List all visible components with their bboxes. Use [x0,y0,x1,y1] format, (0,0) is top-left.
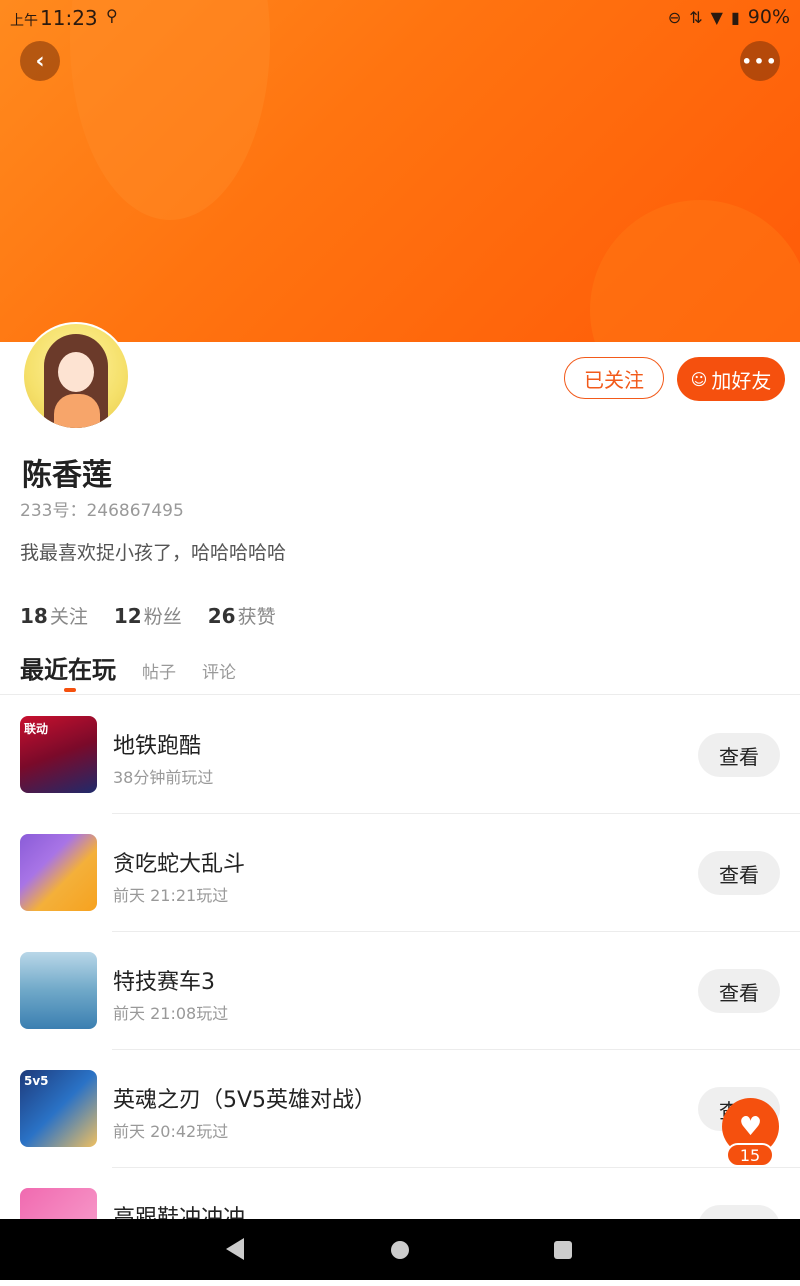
status-time: 上午 11:23 [10,6,98,30]
followed-button[interactable]: 已关注 [564,357,664,399]
divider [0,694,800,695]
profile-bio: 我最喜欢捉小孩了，哈哈哈哈哈 [20,542,287,564]
dnd-icon: ⊖ [667,7,682,27]
heart-icon: ♥ [738,1111,763,1142]
location-icon: ⚲ [106,6,118,25]
more-icon: ••• [741,51,779,71]
view-button[interactable]: 查看 [698,851,780,895]
game-title: 特技赛车3 [113,970,215,995]
chevron-left-icon: ‹ [35,48,45,74]
profile-name: 陈香莲 [22,458,112,493]
status-icons: ⊖ ⇅ ▼ ▮ 90% [668,6,790,28]
tab-label: 最近在玩 [20,656,116,684]
stat-likes[interactable]: 26 获赞 [208,602,276,629]
add-friend-button[interactable]: ☺ 加好友 [677,357,785,401]
status-bar: 上午 11:23 ⚲ ⊖ ⇅ ▼ ▮ 90% [0,0,800,34]
tab-indicator [64,688,76,692]
nav-back-icon[interactable] [226,1238,244,1260]
game-last-played: 前天 21:21玩过 [113,886,229,905]
list-item[interactable]: 特技赛车3 前天 21:08玩过 查看 [0,932,800,1050]
nav-recents-icon[interactable] [554,1241,572,1259]
like-count: 15 [726,1143,774,1167]
view-button[interactable]: 查看 [698,733,780,777]
more-button[interactable]: ••• [740,41,780,81]
game-title: 地铁跑酷 [113,734,202,759]
game-icon [20,834,97,911]
avatar-image [24,324,128,428]
game-title: 英魂之刃（5V5英雄对战） [113,1088,377,1113]
stat-label: 关注 [49,606,88,628]
stat-label: 获赞 [237,606,276,628]
avatar-dress [54,394,100,428]
battery-icon: ▮ [730,7,740,27]
tab-comments[interactable]: 评论 [202,658,236,683]
game-last-played: 38分钟前玩过 [113,768,214,787]
stat-label: 粉丝 [143,606,182,628]
game-icon [20,952,97,1029]
profile-tabs: 最近在玩 帖子 评论 [20,650,236,692]
add-friend-label: 加好友 [711,368,772,393]
list-item[interactable]: 5v5 英魂之刃（5V5英雄对战） 前天 20:42玩过 查看 [0,1050,800,1168]
list-item[interactable]: 贪吃蛇大乱斗 前天 21:21玩过 查看 [0,814,800,932]
nav-home-icon[interactable] [391,1241,409,1259]
view-button[interactable]: 查看 [698,969,780,1013]
game-icon: 5v5 [20,1070,97,1147]
game-icon-badge: 联动 [24,722,49,736]
status-clock: 11:23 [40,6,98,30]
game-title: 贪吃蛇大乱斗 [113,852,246,877]
stat-following[interactable]: 18 关注 [20,602,88,629]
profile-banner: 上午 11:23 ⚲ ⊖ ⇅ ▼ ▮ 90% ‹ ••• [0,0,800,342]
profile-uid: 233号：246867495 [20,501,184,521]
data-icon: ⇅ [689,7,703,27]
profile-stats: 18 关注 12 粉丝 26 获赞 [20,602,276,629]
system-nav-bar [0,1219,800,1280]
game-icon: 联动 [20,716,97,793]
back-button[interactable]: ‹ [20,41,60,81]
stat-number: 18 [20,604,48,628]
game-icon-badge: 5v5 [24,1074,49,1088]
banner-decoration [590,200,800,342]
stat-number: 26 [207,604,236,628]
avatar-face [58,352,94,392]
tab-posts[interactable]: 帖子 [142,658,176,683]
list-item[interactable]: 联动 地铁跑酷 38分钟前玩过 查看 [0,696,800,814]
user-add-icon: ☺ [690,369,708,389]
recent-games-list: 联动 地铁跑酷 38分钟前玩过 查看 贪吃蛇大乱斗 前天 21:21玩过 查看 … [0,696,800,1286]
wifi-icon: ▼ [710,7,723,27]
status-ampm: 上午 [10,13,38,29]
tab-recent-games[interactable]: 最近在玩 [20,650,116,692]
game-last-played: 前天 21:08玩过 [113,1004,229,1023]
avatar[interactable] [22,322,130,430]
stat-followers[interactable]: 12 粉丝 [114,602,182,629]
game-last-played: 前天 20:42玩过 [113,1122,229,1141]
stat-number: 12 [113,604,142,628]
battery-level: 90% [747,6,790,28]
